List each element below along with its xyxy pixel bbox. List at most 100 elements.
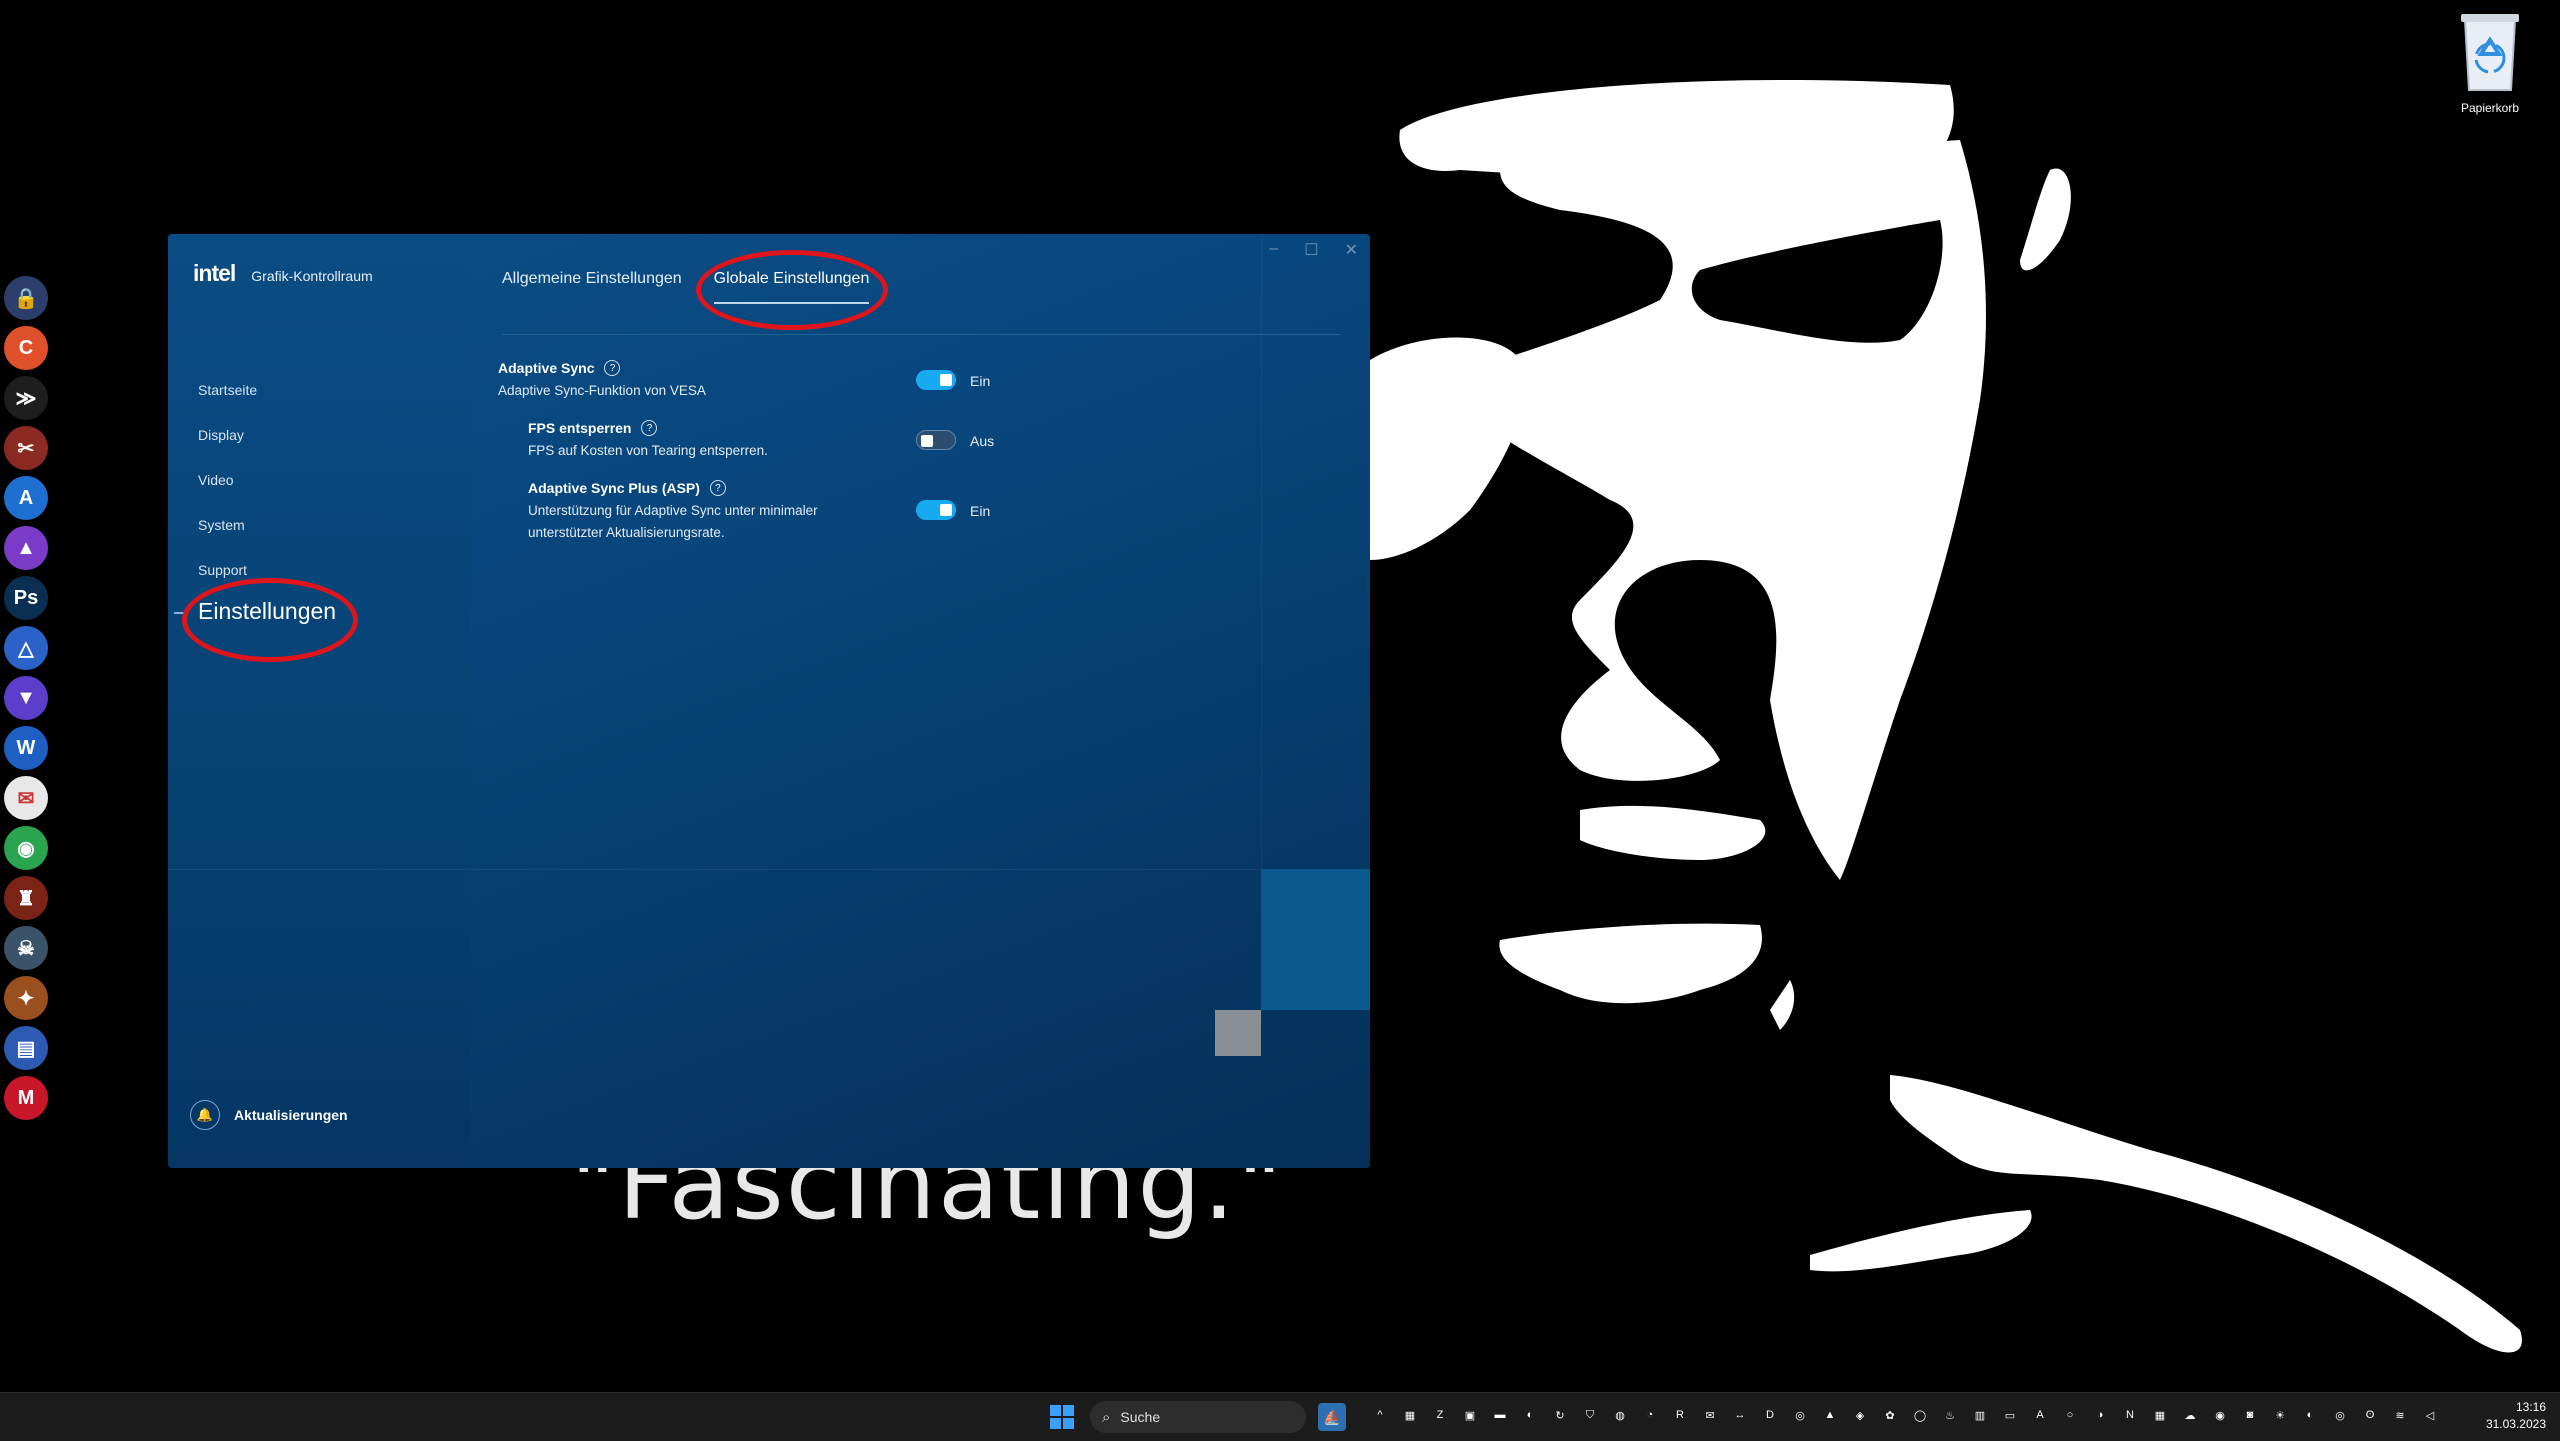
search-placeholder: Suche: [1120, 1409, 1161, 1425]
sidebar-item-startseite[interactable]: Startseite: [198, 382, 257, 398]
tray-icon[interactable]: ≋: [2390, 1405, 2410, 1425]
app-title: Grafik-Kontrollraum: [251, 268, 373, 284]
adaptive-sync-toggle[interactable]: [916, 370, 956, 390]
tray-icon[interactable]: ▲: [1820, 1405, 1840, 1425]
tray-icon[interactable]: R: [1670, 1405, 1690, 1425]
tray-icon[interactable]: ♨: [1940, 1405, 1960, 1425]
sidebar-item-video[interactable]: Video: [198, 472, 234, 488]
setting-description: FPS auf Kosten von Tearing entsperren.: [528, 443, 768, 458]
desktop-dock: 🔒 C ≫ ✂ A ▲ Ps △ ▼ W ✉ ◉ ♜ ☠ ✦ ▤ M: [0, 270, 52, 1126]
minimize-icon[interactable]: –: [1269, 240, 1278, 260]
tray-icon[interactable]: ^: [1370, 1405, 1390, 1425]
tools-app-icon[interactable]: ✂: [4, 426, 48, 470]
tray-icon[interactable]: ◑: [2090, 1405, 2110, 1425]
photoshop-icon[interactable]: Ps: [4, 576, 48, 620]
tray-icon[interactable]: ʘ: [2360, 1405, 2380, 1425]
tray-icon[interactable]: ◁: [2420, 1405, 2440, 1425]
sidebar-item-support[interactable]: Support: [198, 562, 247, 578]
recycle-bin[interactable]: Papierkorb: [2440, 10, 2540, 115]
fps-entsperren-toggle[interactable]: [916, 430, 956, 450]
tray-icon[interactable]: ◔: [1640, 1405, 1660, 1425]
clock-time: 13:16: [2515, 1400, 2546, 1414]
tray-icon[interactable]: ◯: [1910, 1405, 1930, 1425]
toggle-knob: [921, 435, 933, 447]
setting-adaptive-sync-plus: Adaptive Sync Plus (ASP)? Unterstützung …: [528, 480, 868, 544]
clock-date: 31.03.2023: [2485, 1417, 2546, 1431]
ccleaner-icon[interactable]: C: [4, 326, 48, 370]
tray-icon[interactable]: D: [1760, 1405, 1780, 1425]
tray-icon[interactable]: ○: [2060, 1405, 2080, 1425]
sidebar: intel Grafik-Kontrollraum Startseite Dis…: [168, 234, 470, 1168]
help-icon[interactable]: ?: [604, 360, 621, 376]
tray-icon[interactable]: ↔: [1730, 1405, 1750, 1425]
tray-icon[interactable]: ◉: [2210, 1405, 2230, 1425]
tray-icon[interactable]: ☀: [2270, 1405, 2290, 1425]
decorative-square-grey: [1215, 1010, 1261, 1056]
taskbar-search[interactable]: ⌕ Suche: [1090, 1401, 1306, 1433]
tray-icon[interactable]: ▦: [2150, 1405, 2170, 1425]
mcafee-icon[interactable]: M: [4, 1076, 48, 1120]
annotation-circle-tab: [696, 250, 888, 330]
recycle-bin-icon: [2461, 14, 2519, 91]
taskbar-clock[interactable]: 13:16 31.03.2023: [2486, 1399, 2546, 1433]
overwolf-icon[interactable]: ✦: [4, 976, 48, 1020]
affinity-icon[interactable]: ▲: [4, 526, 48, 570]
brand: intel Grafik-Kontrollraum: [193, 260, 373, 287]
printer-icon[interactable]: ▤: [4, 1026, 48, 1070]
tray-icon[interactable]: ▬: [1490, 1405, 1510, 1425]
tray-icon[interactable]: ▥: [1970, 1405, 1990, 1425]
tray-icon[interactable]: ◍: [1610, 1405, 1630, 1425]
close-icon[interactable]: ✕: [1345, 240, 1358, 260]
triangle-app-icon[interactable]: △: [4, 626, 48, 670]
intel-logo: intel: [193, 260, 236, 286]
tray-icon[interactable]: ▦: [1400, 1405, 1420, 1425]
tray-icon[interactable]: ☁: [2180, 1405, 2200, 1425]
search-icon: ⌕: [1102, 1408, 1111, 1426]
adaptive-sync-plus-toggle[interactable]: [916, 500, 956, 520]
tray-icon[interactable]: ▭: [2000, 1405, 2020, 1425]
ghost-app-icon[interactable]: ☠: [4, 926, 48, 970]
tray-icon[interactable]: ✿: [1880, 1405, 1900, 1425]
maximize-icon[interactable]: ☐: [1304, 240, 1318, 260]
tray-icon[interactable]: ↻: [1550, 1405, 1570, 1425]
tray-icon[interactable]: ◈: [1850, 1405, 1870, 1425]
vpn-app-icon[interactable]: ▼: [4, 676, 48, 720]
chrome-icon[interactable]: ◉: [4, 826, 48, 870]
word-icon[interactable]: W: [4, 726, 48, 770]
tab-allgemeine-einstellungen[interactable]: Allgemeine Einstellungen: [502, 270, 682, 304]
tray-icon[interactable]: ▣: [1460, 1405, 1480, 1425]
windows-start-icon[interactable]: [1050, 1405, 1074, 1429]
font-app-icon[interactable]: A: [4, 476, 48, 520]
sidebar-item-system[interactable]: System: [198, 517, 245, 533]
tray-icon[interactable]: N: [2120, 1405, 2140, 1425]
help-icon[interactable]: ?: [709, 480, 726, 496]
toggle-knob: [940, 504, 952, 516]
tray-icon[interactable]: ⛉: [1580, 1405, 1600, 1425]
setting-fps-entsperren: FPS entsperren? FPS auf Kosten von Teari…: [528, 420, 868, 462]
intel-graphics-window: intel Grafik-Kontrollraum Startseite Dis…: [168, 234, 1370, 1168]
toggle-state-label: Ein: [970, 503, 991, 519]
updates-label: Aktualisierungen: [234, 1107, 348, 1123]
system-tray: ^ ▦ Z ▣ ▬ ◐ ↻ ⛉ ◍ ◔ R ✉ ↔ D ◎ ▲ ◈ ✿ ◯ ♨ ▥ ▭ A ○ ◑ N ▦ ☁ ◉ ◙ ☀ ◐ ◎ ʘ ≋ ◁: [1370, 1405, 2440, 1425]
tray-icon[interactable]: A: [2030, 1405, 2050, 1425]
tray-icon[interactable]: ◐: [1520, 1405, 1540, 1425]
pinned-app-icon[interactable]: ⛵: [1318, 1403, 1346, 1431]
help-icon[interactable]: ?: [641, 420, 658, 436]
setting-description: Adaptive Sync-Funktion von VESA: [498, 383, 706, 398]
tray-icon[interactable]: ◎: [1790, 1405, 1810, 1425]
sidebar-item-display[interactable]: Display: [198, 427, 244, 443]
tray-icon[interactable]: ✉: [1700, 1405, 1720, 1425]
recycle-bin-label: Papierkorb: [2460, 101, 2520, 115]
updates-button[interactable]: 🔔 Aktualisierungen: [190, 1100, 348, 1130]
game-app-icon[interactable]: ♜: [4, 876, 48, 920]
tray-icon[interactable]: Z: [1430, 1405, 1450, 1425]
swift-app-icon[interactable]: ≫: [4, 376, 48, 420]
tray-icon[interactable]: ◐: [2300, 1405, 2320, 1425]
stamp-app-icon[interactable]: ✉: [4, 776, 48, 820]
lock-app-icon[interactable]: 🔒: [4, 276, 48, 320]
tray-icon[interactable]: ◙: [2240, 1405, 2260, 1425]
tab-divider: [502, 334, 1340, 335]
setting-adaptive-sync: Adaptive Sync? Adaptive Sync-Funktion vo…: [498, 360, 838, 402]
content-band: [168, 869, 1370, 870]
tray-icon[interactable]: ◎: [2330, 1405, 2350, 1425]
